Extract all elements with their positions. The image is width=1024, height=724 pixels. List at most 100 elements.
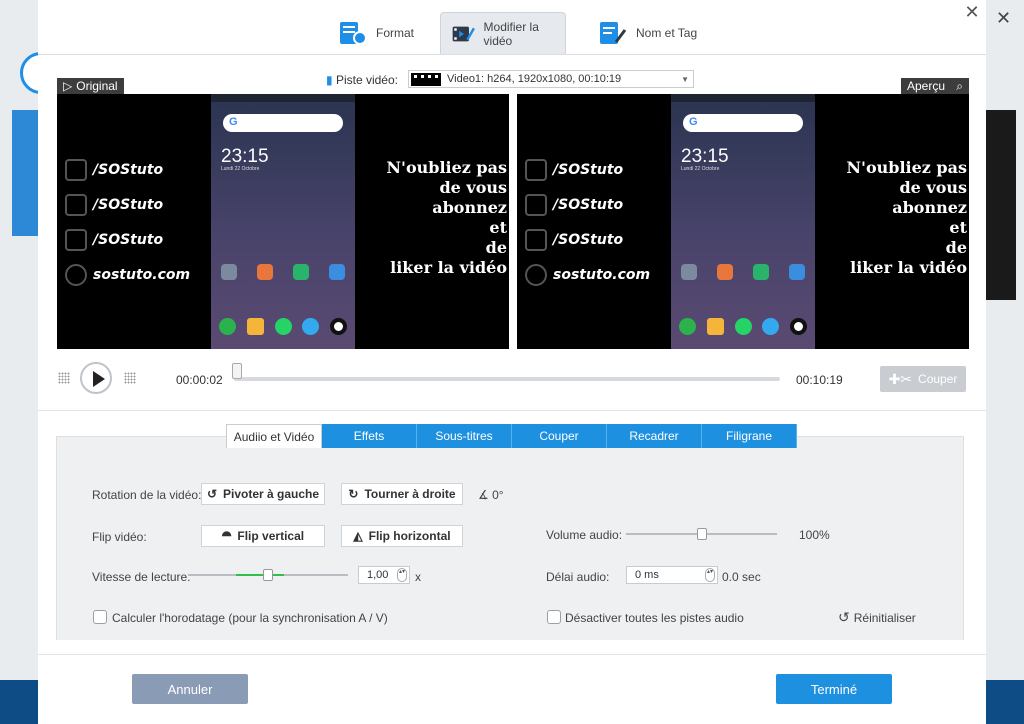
play-store-icon (753, 264, 769, 280)
reset-button-label: Réinitialiser (853, 610, 916, 625)
apercu-preview: /SOStuto /SOStuto /SOStuto sostuto.com G… (517, 94, 969, 349)
notes-icon (246, 318, 264, 335)
edit-video-icon (452, 26, 475, 41)
disable-audio-checkbox[interactable] (547, 610, 561, 624)
social-links: /SOStuto /SOStuto /SOStuto sostuto.com (65, 152, 190, 292)
social-youtube-text: /SOStuto (93, 231, 164, 248)
tab-cut[interactable]: Couper (512, 424, 607, 448)
social-facebook-text: /SOStuto (93, 161, 164, 178)
promo-line: N'oubliez pas (846, 158, 967, 177)
whatsapp-icon (274, 318, 292, 335)
tab-name-tag[interactable]: Nom et Tag (588, 12, 707, 54)
promo-line: de vous (439, 178, 507, 197)
play-outline-icon: ▷ (63, 79, 73, 93)
whatsapp-icon (734, 318, 752, 335)
phone-app-icons (221, 264, 345, 280)
background-thumbnail-right (986, 110, 1016, 300)
social-facebook: /SOStuto (65, 152, 190, 187)
video-track-select[interactable]: Video1: h264, 1920x1080, 00:10:19 ▼ (408, 70, 694, 88)
promo-line: N'oubliez pas (386, 158, 507, 177)
social-web: sostuto.com (65, 257, 190, 292)
done-button[interactable]: Terminé (776, 674, 892, 704)
promo-text: N'oubliez pas de vous abonnez et de like… (821, 158, 967, 278)
flip-label: Flip vidéo: (92, 530, 147, 544)
phone-dock (679, 318, 807, 335)
phone-screen: G 23:15 Lundi 22 Octobre (671, 94, 815, 349)
rotate-right-button[interactable]: ↻ Tourner à droite (341, 483, 463, 505)
cancel-button[interactable]: Annuler (132, 674, 248, 704)
tab-effects[interactable]: Effets (322, 424, 417, 448)
play-button[interactable] (80, 362, 112, 394)
original-preview: /SOStuto /SOStuto /SOStuto sostuto.com G… (57, 94, 509, 349)
background-left-panel (0, 0, 62, 680)
volume-label: Volume audio: (546, 528, 623, 542)
settings-icon (221, 264, 237, 280)
rotate-right-button-label: Tourner à droite (364, 487, 456, 501)
angle-icon: ∡ (478, 488, 489, 502)
tab-subtitles[interactable]: Sous-titres (417, 424, 512, 448)
camera-icon (330, 318, 347, 335)
film-icon (411, 73, 441, 86)
flip-horizontal-button-label: Flip horizontal (368, 529, 451, 543)
volume-value: 100% (799, 528, 830, 542)
delay-input[interactable]: 0 ms ▴▾ (626, 566, 718, 584)
tab-watermark[interactable]: Filigrane (702, 424, 797, 448)
speed-input[interactable]: 1,00 ▴▾ (358, 566, 410, 584)
tab-format[interactable]: Format (328, 12, 424, 54)
volume-knob[interactable] (696, 528, 707, 540)
social-web: sostuto.com (525, 257, 650, 292)
phone-app-icons (681, 264, 805, 280)
speed-label: Vitesse de lecture: (92, 570, 191, 584)
reset-icon: ↺ (838, 609, 850, 625)
twitter-icon (525, 193, 547, 216)
social-facebook-text: /SOStuto (553, 161, 624, 178)
phone-date: Lundi 22 Octobre (221, 166, 260, 172)
cut-button[interactable]: ✚✂ Couper (880, 366, 966, 392)
video-track-label: ▮ Piste vidéo: (326, 73, 398, 87)
google-search-bar: G (683, 114, 803, 132)
speed-input-value: 1,00 (367, 569, 389, 581)
edit-video-dialog: ✕ Format Modifier la vidéo Nom et Tag ▮ … (38, 0, 986, 724)
timeline-scrubber[interactable] (234, 377, 780, 381)
divider (38, 654, 986, 655)
tab-crop[interactable]: Recadrer (607, 424, 702, 448)
social-youtube-text: /SOStuto (553, 231, 624, 248)
rotate-left-icon: ↺ (206, 487, 217, 501)
tab-audio-video[interactable]: Audiio et Vidéo (226, 424, 322, 448)
track-marker-icon: ▮ (326, 73, 333, 87)
rotation-label: Rotation de la vidéo: (92, 488, 202, 502)
reset-button[interactable]: ↺ Réinitialiser (838, 609, 916, 626)
rotate-left-button[interactable]: ↺ Pivoter à gauche (201, 483, 325, 505)
timestamp-checkbox[interactable] (93, 610, 107, 624)
social-links: /SOStuto /SOStuto /SOStuto sostuto.com (525, 152, 650, 292)
play-store-icon (293, 264, 309, 280)
browser-icon (302, 318, 320, 335)
spinner-icon[interactable]: ▴▾ (397, 568, 407, 582)
social-twitter: /SOStuto (65, 187, 190, 222)
youtube-icon (525, 228, 547, 251)
spinner-icon[interactable]: ▴▾ (705, 568, 715, 582)
phone-date: Lundi 22 Octobre (681, 166, 720, 172)
phone-status-bar (671, 94, 815, 102)
rotate-left-button-label: Pivoter à gauche (223, 487, 320, 501)
player-controls: 00:00:02 00:10:19 ✚✂ Couper (38, 360, 986, 400)
apercu-label: Aperçu ⌕ (901, 78, 969, 94)
tab-edit-video[interactable]: Modifier la vidéo (440, 12, 566, 54)
notes-icon (706, 318, 724, 335)
google-icon: G (229, 116, 238, 128)
rotation-angle: ∡ 0° (478, 488, 504, 502)
drag-handle-icon[interactable] (58, 372, 70, 384)
apercu-label-text: Aperçu (907, 79, 946, 93)
speed-knob[interactable] (263, 569, 273, 581)
flip-horizontal-button[interactable]: ◭ Flip horizontal (341, 525, 463, 547)
social-twitter-text: /SOStuto (93, 196, 164, 213)
video-track-label-text: Piste vidéo: (335, 73, 398, 87)
magnifier-icon: ⌕ (956, 78, 963, 93)
promo-line: de (485, 238, 507, 257)
drag-handle-icon[interactable] (124, 372, 136, 384)
timeline-knob[interactable] (232, 363, 242, 379)
flip-vertical-button[interactable]: ⯊ Flip vertical (201, 525, 325, 547)
social-twitter: /SOStuto (525, 187, 650, 222)
google-search-bar: G (223, 114, 343, 132)
background-close-icon: ✕ (996, 8, 1012, 28)
